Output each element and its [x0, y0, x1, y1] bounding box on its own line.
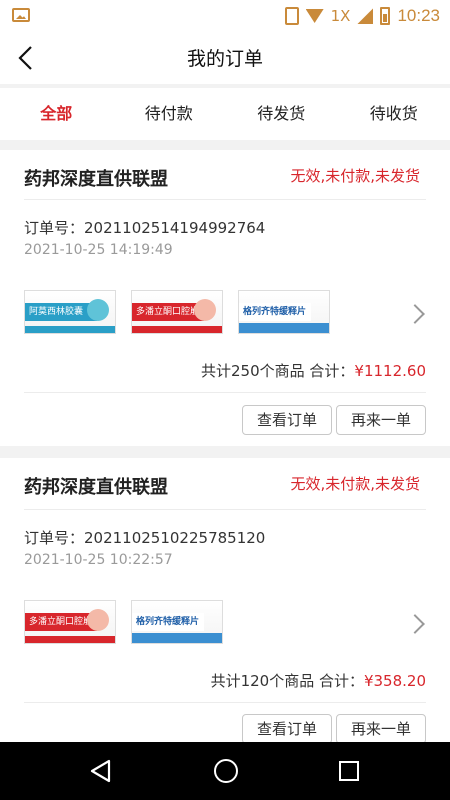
vibrate-icon: [284, 7, 299, 25]
product-name: 格列齐特缓释片: [132, 613, 204, 631]
wifi-icon: [305, 9, 324, 23]
network-type: 1X: [330, 7, 351, 25]
stomach-graphic-icon: [87, 609, 109, 631]
reorder-button[interactable]: 再来一单: [336, 714, 426, 744]
order-status: 无效,未付款,未发货: [290, 167, 420, 185]
status-bar: 1X 10:23: [0, 0, 450, 32]
store-name: 药邦深度直供联盟: [24, 169, 168, 190]
order-amount: ¥358.20: [363, 672, 426, 690]
chevron-right-icon[interactable]: [405, 304, 425, 324]
product-name: 格列齐特缓释片: [239, 303, 311, 321]
order-total: 共计120个商品 合计：¥358.20: [211, 670, 426, 691]
order-number: 订单号：20211025141949927​64: [24, 219, 266, 237]
signal-icon: [357, 8, 374, 24]
order-total: 共计250个商品 合计：¥1112.60: [201, 360, 426, 381]
order-summary: 共计250个商品 合计：: [201, 362, 355, 380]
divider: [24, 199, 426, 200]
package-strip: [25, 636, 115, 643]
tab-all[interactable]: 全部: [0, 88, 113, 140]
order-tabs: 全部 待付款 待发货 待收货: [0, 88, 450, 140]
status-icons: 1X 10:23: [284, 5, 440, 27]
reorder-button[interactable]: 再来一单: [336, 405, 426, 435]
product-thumbnail[interactable]: 多潘立酮口腔崩解片: [131, 290, 223, 334]
order-amount: ¥1112.60: [354, 362, 426, 380]
order-summary: 共计120个商品 合计：: [210, 672, 364, 690]
order-number: 订单号：20211025102257851​20: [24, 529, 266, 547]
package-strip: [25, 326, 115, 333]
order-time: 2021-10-25 10:22:57: [24, 552, 173, 568]
package-strip: [132, 633, 222, 643]
product-thumbnail[interactable]: 阿莫西林胶囊: [24, 290, 116, 334]
tab-pending-payment[interactable]: 待付款: [113, 88, 226, 140]
divider: [24, 509, 426, 510]
system-home-icon[interactable]: [214, 759, 238, 783]
tab-pending-receipt[interactable]: 待收货: [338, 88, 450, 140]
divider: [24, 392, 426, 393]
view-order-button[interactable]: 查看订单: [242, 714, 332, 744]
chevron-right-icon[interactable]: [405, 614, 425, 634]
page-title: 我的订单: [186, 48, 263, 70]
stomach-graphic-icon: [194, 299, 216, 321]
system-nav-bar: [0, 742, 450, 800]
gallery-notification-icon: [12, 8, 30, 22]
nav-bar: 我的订单: [0, 32, 450, 84]
order-card[interactable]: 药邦深度直供联盟 无效,未付款,未发货 订单号：2021102514194992…: [0, 150, 450, 446]
product-thumbnail[interactable]: 格列齐特缓释片: [238, 290, 330, 334]
view-order-button[interactable]: 查看订单: [242, 405, 332, 435]
order-card[interactable]: 药邦深度直供联盟 无效,未付款,未发货 订单号：2021102510225785…: [0, 458, 450, 744]
battery-icon: [380, 7, 391, 25]
order-status: 无效,未付款,未发货: [290, 475, 420, 493]
order-time: 2021-10-25 14:19:49: [24, 242, 173, 258]
product-thumbnail[interactable]: 多潘立酮口腔崩解片: [24, 600, 116, 644]
pill-graphic-icon: [87, 299, 109, 321]
product-thumbnail[interactable]: 格列齐特缓释片: [131, 600, 223, 644]
tab-pending-shipment[interactable]: 待发货: [225, 88, 338, 140]
clock: 10:23: [397, 6, 440, 25]
package-strip: [239, 323, 329, 333]
store-name: 药邦深度直供联盟: [24, 477, 168, 498]
divider: [24, 702, 426, 703]
system-back-icon[interactable]: [90, 759, 112, 783]
system-recents-icon[interactable]: [339, 761, 359, 781]
package-strip: [132, 326, 222, 333]
